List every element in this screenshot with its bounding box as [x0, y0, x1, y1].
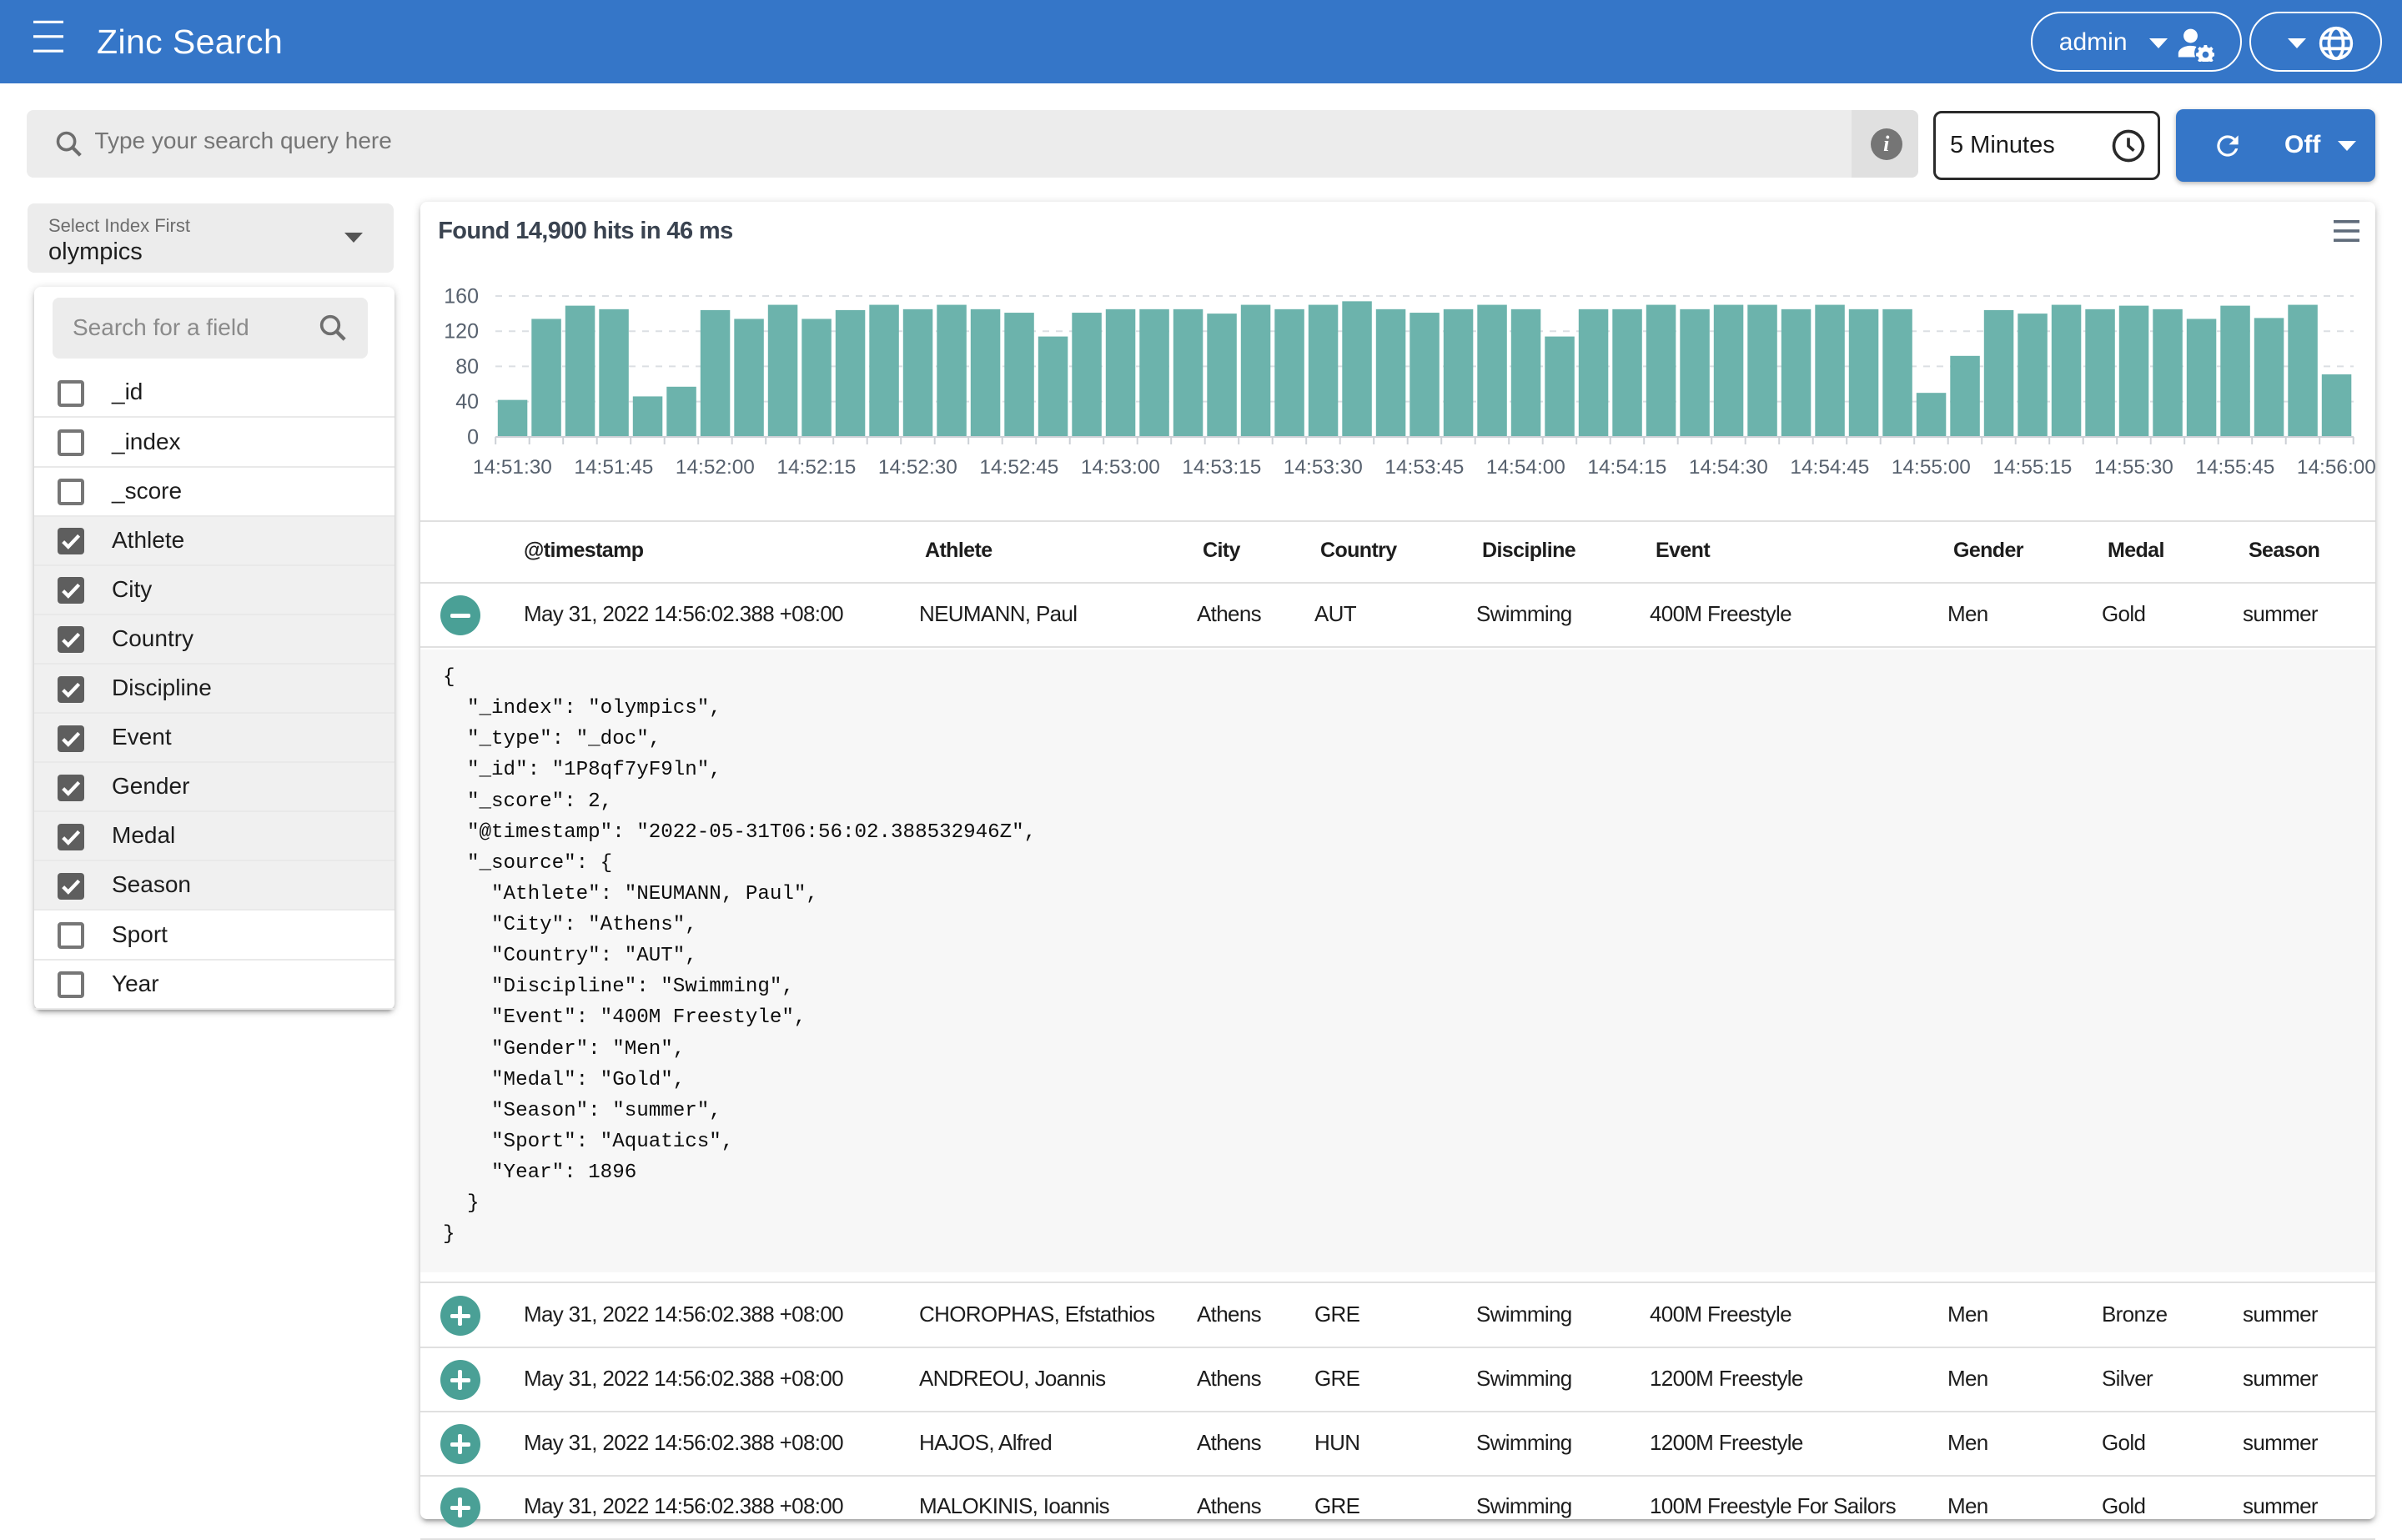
- svg-text:80: 80: [455, 355, 479, 379]
- svg-text:14:53:30: 14:53:30: [1284, 456, 1363, 479]
- svg-text:160: 160: [444, 284, 479, 308]
- svg-text:14:53:45: 14:53:45: [1384, 456, 1464, 479]
- svg-text:14:56:00: 14:56:00: [2297, 456, 2375, 479]
- svg-text:14:52:15: 14:52:15: [776, 456, 856, 479]
- svg-text:14:54:45: 14:54:45: [1790, 456, 1869, 479]
- svg-text:0: 0: [467, 425, 479, 449]
- svg-text:120: 120: [444, 320, 479, 344]
- svg-text:14:55:15: 14:55:15: [1992, 456, 2072, 479]
- svg-text:14:52:00: 14:52:00: [676, 456, 755, 479]
- svg-text:14:51:30: 14:51:30: [473, 456, 552, 479]
- svg-text:14:55:30: 14:55:30: [2094, 456, 2173, 479]
- svg-text:14:54:30: 14:54:30: [1689, 456, 1768, 479]
- svg-text:14:55:00: 14:55:00: [1892, 456, 1971, 479]
- svg-text:14:51:45: 14:51:45: [574, 456, 653, 479]
- svg-text:14:54:00: 14:54:00: [1486, 456, 1565, 479]
- svg-text:14:55:45: 14:55:45: [2195, 456, 2274, 479]
- svg-text:14:52:30: 14:52:30: [878, 456, 957, 479]
- svg-text:14:54:15: 14:54:15: [1587, 456, 1666, 479]
- svg-text:14:52:45: 14:52:45: [979, 456, 1058, 479]
- svg-text:40: 40: [455, 390, 479, 414]
- svg-text:14:53:00: 14:53:00: [1081, 456, 1160, 479]
- svg-text:14:53:15: 14:53:15: [1182, 456, 1261, 479]
